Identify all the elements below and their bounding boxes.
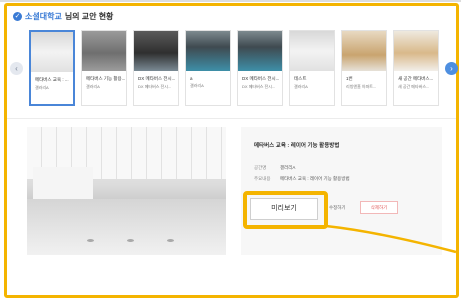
- callout-arrow: [325, 224, 457, 254]
